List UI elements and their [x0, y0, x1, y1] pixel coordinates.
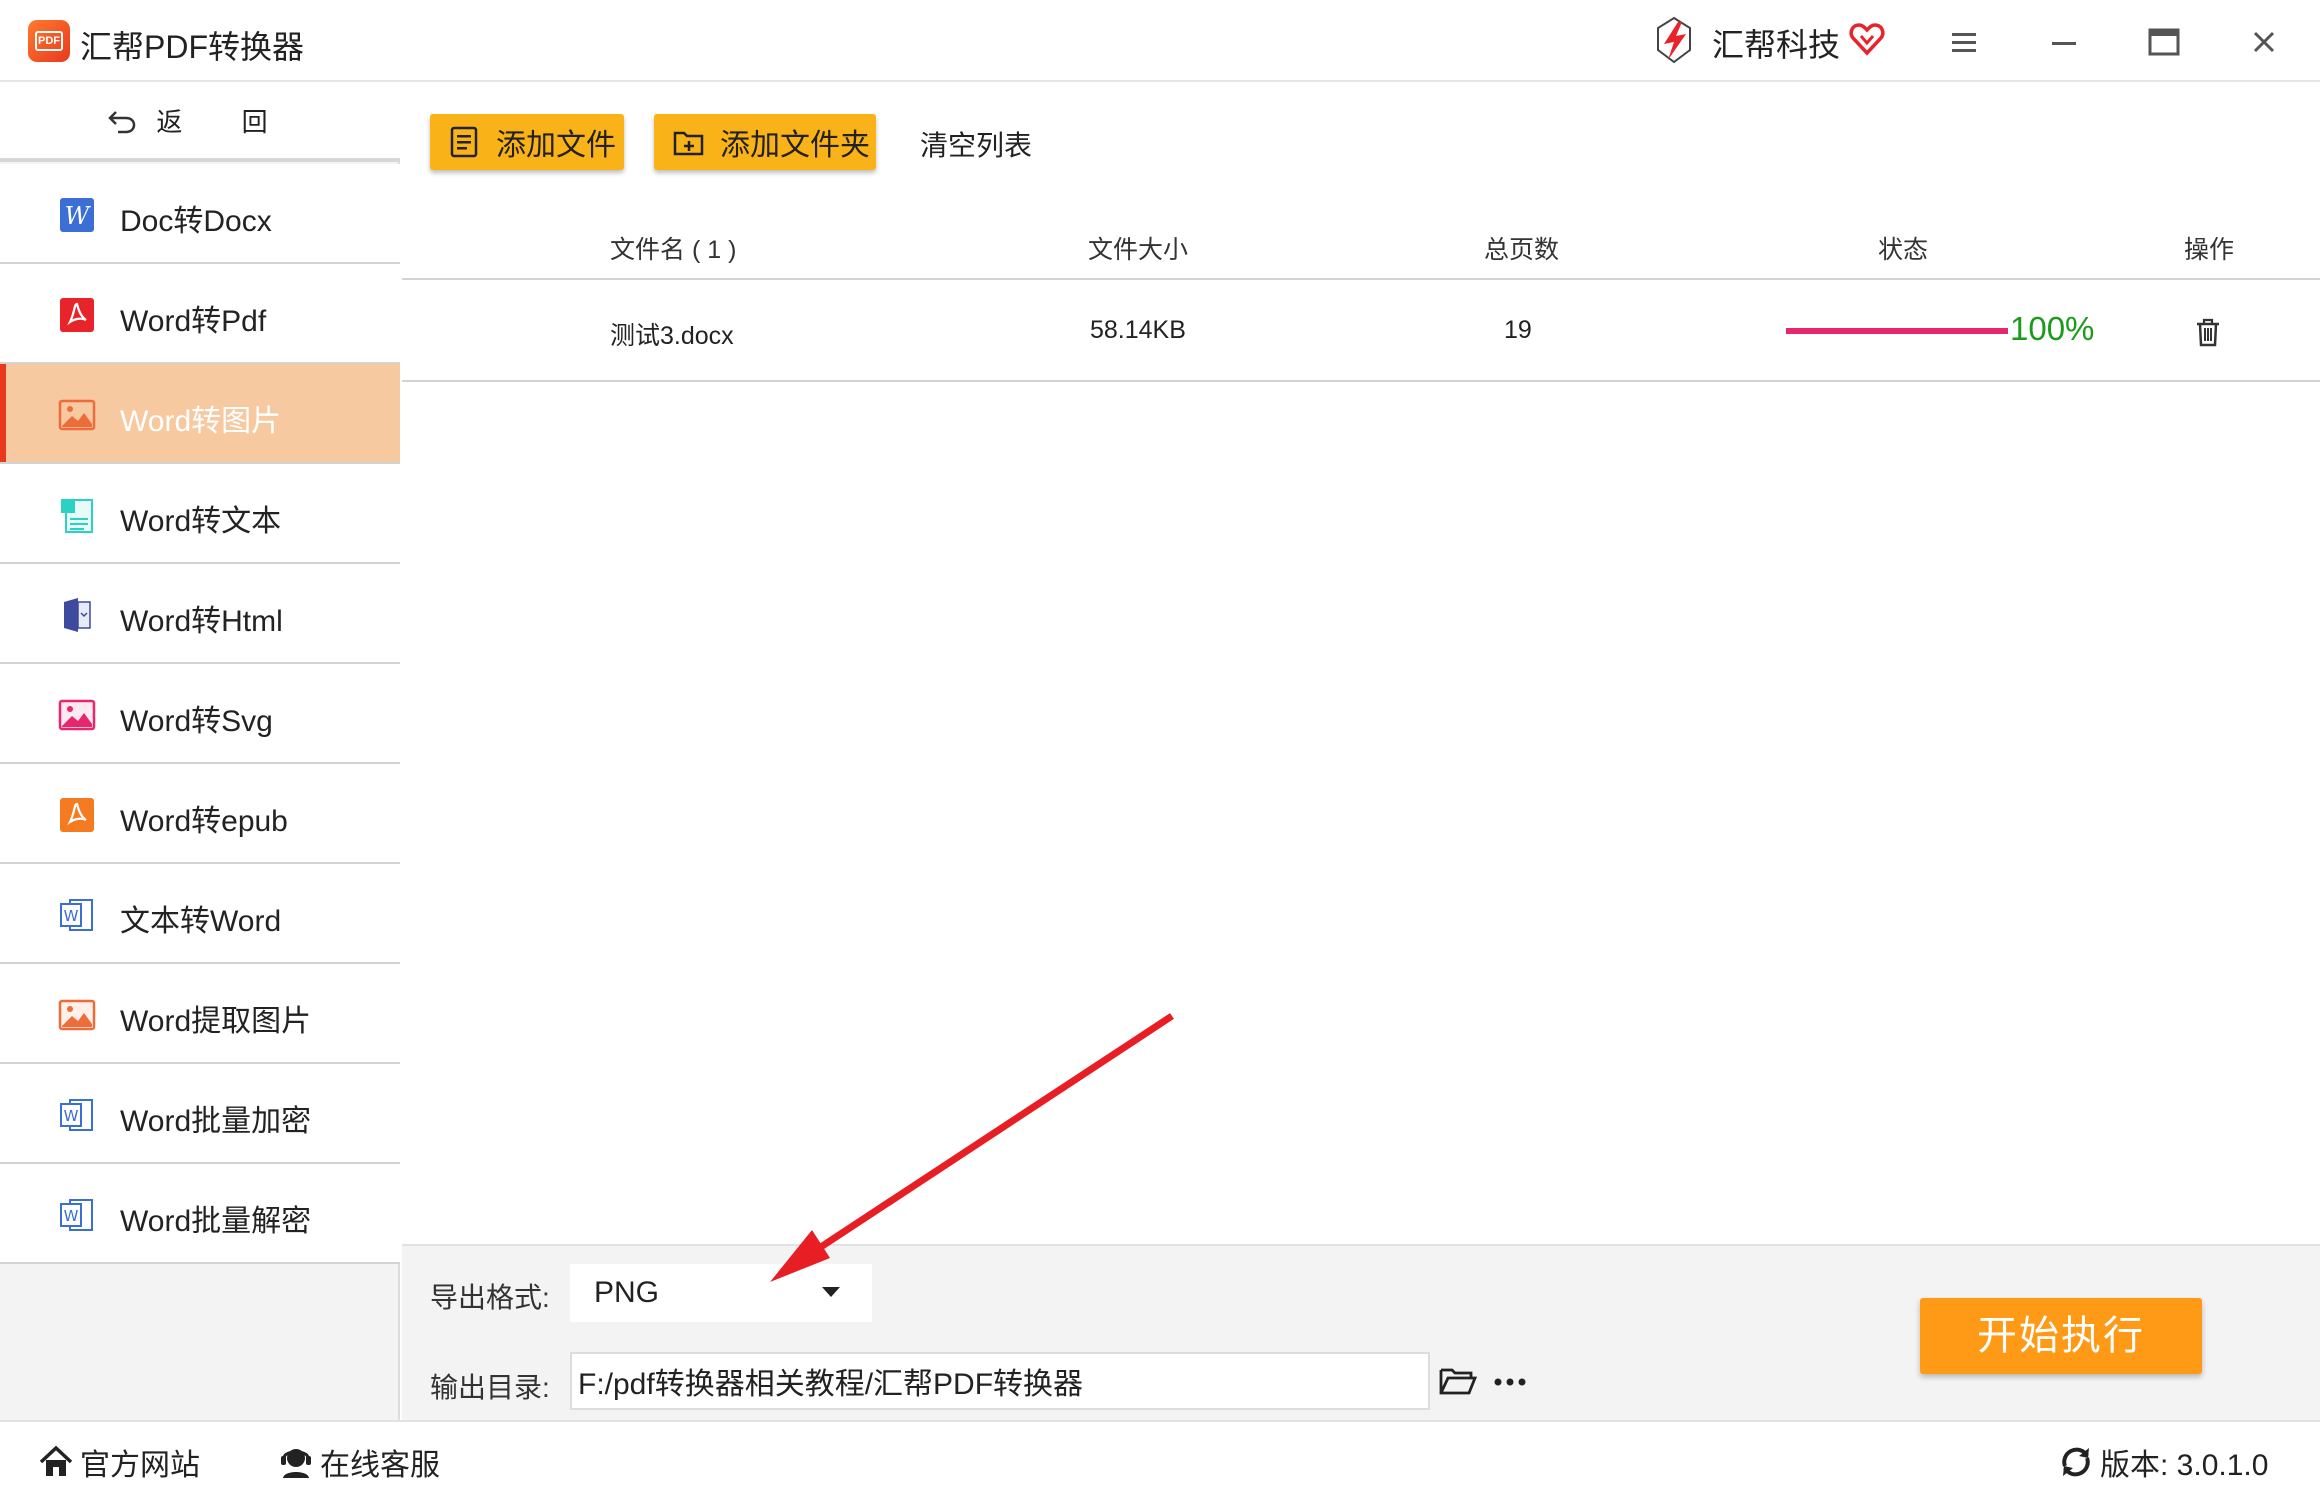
row-pages: 19: [1504, 316, 1532, 344]
conversion-list: W Doc转Docx Word转Pdf Word转图片 Word转文本 Word…: [0, 164, 400, 1264]
word-doc-icon: W: [60, 899, 93, 931]
column-pages: 总页数: [1484, 236, 1560, 264]
trash-icon[interactable]: [2192, 316, 2224, 348]
add-file-button[interactable]: 添加文件: [430, 114, 624, 170]
heart-icon[interactable]: [1848, 20, 1886, 58]
sidebar-item-extract-images[interactable]: Word提取图片: [0, 964, 400, 1064]
back-label: 返 回: [156, 106, 294, 137]
menu-icon[interactable]: [1944, 22, 1984, 62]
brand-name: 汇帮科技: [1712, 27, 1841, 63]
chevron-down-icon: [822, 1287, 840, 1297]
sidebar-item-word-to-text[interactable]: Word转文本: [0, 464, 400, 564]
format-value: PNG: [594, 1276, 660, 1309]
column-filename: 文件名 ( 1 ): [610, 236, 737, 264]
clear-list-button[interactable]: 清空列表: [920, 124, 1032, 164]
back-button[interactable]: 返 回: [0, 82, 400, 162]
add-folder-label: 添加文件夹: [720, 129, 870, 162]
undo-arrow-icon: [108, 111, 136, 134]
sidebar: 返 回 W Doc转Docx Word转Pdf Word转图片 Word转文本 …: [0, 82, 400, 1420]
format-dropdown[interactable]: PNG: [570, 1264, 872, 1322]
sidebar-item-doc-to-docx[interactable]: W Doc转Docx: [0, 164, 400, 264]
online-support-link[interactable]: 在线客服: [278, 1440, 440, 1484]
svg-text:W: W: [64, 1107, 79, 1125]
html-doc-icon: [64, 598, 91, 632]
title-bar: PDF 汇帮PDF转换器 汇帮科技: [0, 0, 2320, 82]
word-doc-icon: W: [60, 1199, 93, 1231]
output-settings-panel: 导出格式: PNG 输出目录: 开始执行: [402, 1244, 2320, 1420]
progress-text: 100%: [2010, 310, 2095, 347]
sidebar-item-word-to-html[interactable]: Word转Html: [0, 564, 400, 664]
text-doc-icon: [61, 499, 93, 533]
image-icon: [58, 399, 96, 431]
word-w-icon: W: [60, 198, 94, 232]
table-row[interactable]: 测试3.docx 58.14KB 19 100%: [402, 282, 2320, 382]
sidebar-item-word-to-svg[interactable]: Word转Svg: [0, 664, 400, 764]
customer-service-icon: [281, 1449, 311, 1478]
brand-logo-icon: [1657, 16, 1691, 64]
add-file-icon: [450, 126, 478, 158]
more-options-icon[interactable]: [1490, 1362, 1530, 1402]
column-status: 状态: [1878, 236, 1929, 264]
sidebar-item-word-to-pdf[interactable]: Word转Pdf: [0, 264, 400, 364]
status-bar: 官方网站 在线客服 版本: 3.0.1.0: [0, 1420, 2320, 1492]
progress-bar-fill: [1786, 328, 2008, 334]
version-info[interactable]: 版本: 3.0.1.0: [2058, 1440, 2268, 1484]
svg-image-icon: [58, 699, 96, 731]
output-dir-input[interactable]: [570, 1352, 1430, 1410]
row-filename: 测试3.docx: [610, 322, 734, 350]
sidebar-item-text-to-word[interactable]: W 文本转Word: [0, 864, 400, 964]
maximize-icon[interactable]: [2144, 22, 2184, 62]
svg-text:W: W: [64, 1207, 79, 1225]
file-table-header: 文件名 ( 1 ) 文件大小 总页数 状态 操作: [402, 208, 2320, 280]
extract-image-icon: [58, 999, 96, 1031]
column-size: 文件大小: [1088, 236, 1189, 264]
sidebar-item-word-to-epub[interactable]: Word转epub: [0, 764, 400, 864]
progress-bar: [1786, 328, 2008, 334]
sidebar-item-batch-decrypt[interactable]: W Word批量解密: [0, 1164, 400, 1264]
minimize-icon[interactable]: [2044, 22, 2084, 62]
row-size: 58.14KB: [1090, 316, 1186, 344]
word-doc-icon: W: [60, 1099, 93, 1131]
official-website-link[interactable]: 官方网站: [38, 1440, 200, 1484]
pdf-icon: [60, 298, 94, 332]
svg-text:W: W: [64, 907, 79, 925]
add-folder-icon: [673, 131, 704, 156]
add-file-label: 添加文件: [496, 129, 616, 162]
svg-text:W: W: [65, 202, 92, 230]
sidebar-item-batch-encrypt[interactable]: W Word批量加密: [0, 1064, 400, 1164]
column-action: 操作: [2184, 236, 2235, 264]
refresh-icon: [2062, 1447, 2090, 1477]
format-label: 导出格式:: [430, 1282, 550, 1313]
app-logo-icon: PDF: [28, 20, 70, 62]
output-dir-label: 输出目录:: [430, 1372, 550, 1403]
sidebar-item-word-to-image[interactable]: Word转图片: [0, 364, 400, 464]
home-icon: [39, 1445, 73, 1476]
add-folder-button[interactable]: 添加文件夹: [654, 114, 876, 170]
epub-icon: [60, 798, 94, 832]
folder-open-icon[interactable]: [1438, 1360, 1478, 1400]
app-title: 汇帮PDF转换器: [80, 29, 305, 65]
start-button[interactable]: 开始执行: [1920, 1298, 2202, 1374]
close-icon[interactable]: [2244, 22, 2284, 62]
